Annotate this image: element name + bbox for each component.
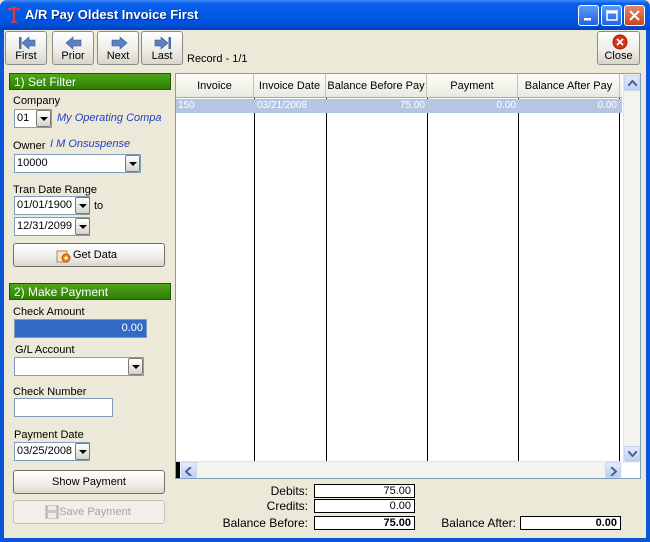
cell-balance-before: 75.00 [399,100,425,111]
column-header-balance-before-pay[interactable]: Balance Before Pay [326,74,427,98]
close-circle-icon [612,34,628,50]
chevron-left-icon [185,467,192,476]
check-amount-input[interactable]: 0.00 [14,319,147,338]
minimize-icon [584,18,591,21]
minimize-button[interactable] [578,5,599,26]
close-x-icon [629,10,640,21]
chevron-down-icon [79,450,87,454]
first-record-icon [19,36,36,50]
date-to-picker-button[interactable] [75,218,90,235]
check-number-label: Check Number [13,386,87,398]
table-row[interactable]: 150 03/21/2008 75.00 0.00 0.00 [176,99,622,113]
balance-before-label: Balance Before: [222,516,308,530]
scroll-left-button[interactable] [181,462,197,478]
scroll-up-button[interactable] [624,75,640,91]
first-button[interactable]: First [5,31,47,65]
window-close-button[interactable] [624,5,645,26]
balance-after-value: 0.00 [520,516,621,530]
get-data-icon [56,250,71,263]
save-disk-icon [45,505,59,519]
owner-select[interactable]: 10000 [14,154,141,173]
get-data-button[interactable]: Get Data [13,243,165,267]
maximize-icon [606,10,618,21]
scroll-down-button[interactable] [624,446,640,462]
gl-account-dropdown-button[interactable] [128,358,143,375]
maximize-button[interactable] [601,5,622,26]
gl-account-select[interactable] [14,357,144,376]
scroll-right-button[interactable] [605,462,621,478]
last-button[interactable]: Last [141,31,183,65]
column-header-invoice-date[interactable]: Invoice Date [254,74,326,98]
show-payment-button[interactable]: Show Payment [13,470,165,494]
column-header-payment[interactable]: Payment [427,74,518,98]
payment-date-label: Payment Date [14,429,84,441]
cell-balance-after: 0.00 [597,100,617,111]
column-header-invoice[interactable]: Invoice [176,74,254,98]
save-payment-button[interactable]: Save Payment [13,500,165,524]
check-number-input[interactable] [14,398,113,417]
arrow-right-icon [111,36,128,50]
chevron-down-icon [129,162,137,166]
company-label: Company [13,95,61,107]
cell-payment: 0.00 [496,100,516,111]
check-amount-label: Check Amount [13,306,85,318]
record-indicator: Record - 1/1 [187,53,248,65]
chevron-down-icon [132,365,140,369]
vertical-scrollbar[interactable] [623,74,640,463]
client-area: First Prior Next Last Record - 1/1 Close… [4,30,646,538]
to-label: to [94,200,104,212]
chevron-down-icon [628,451,637,457]
balance-before-value: 75.00 [314,516,415,530]
chevron-up-icon [628,80,637,86]
cell-invoice: 150 [178,100,195,111]
horizontal-scrollbar[interactable] [176,461,622,478]
credits-label: Credits: [266,499,308,513]
balance-after-label: Balance After: [441,516,516,530]
date-from-picker-button[interactable] [75,197,90,214]
grid-header: Invoice Invoice Date Balance Before Pay … [176,74,622,98]
cell-invoice-date: 03/21/2008 [257,100,308,111]
app-window: A/R Pay Oldest Invoice First First Prior… [0,0,650,542]
debits-label: Debits: [270,484,308,498]
gl-account-label: G/L Account [15,344,75,356]
title-bar[interactable]: A/R Pay Oldest Invoice First [0,0,650,30]
window-title: A/R Pay Oldest Invoice First [25,7,199,22]
arrow-left-icon [65,36,82,50]
company-dropdown-button[interactable] [36,110,51,127]
credits-value: 0.00 [314,499,415,513]
column-header-balance-after-pay[interactable]: Balance After Pay [518,74,620,98]
set-filter-header: 1) Set Filter [9,73,171,90]
company-name: My Operating Compa [57,112,162,124]
app-logo-icon [7,6,21,23]
payment-date-picker-button[interactable] [75,443,90,460]
last-record-icon [154,36,171,50]
make-payment-header: 2) Make Payment [9,283,171,300]
chevron-down-icon [40,117,48,121]
invoice-grid[interactable]: Invoice Invoice Date Balance Before Pay … [175,73,641,479]
prior-button[interactable]: Prior [52,31,94,65]
chevron-down-icon [79,204,87,208]
chevron-right-icon [610,467,618,476]
owner-name: I M Onsuspense [50,138,131,150]
close-button[interactable]: Close [597,31,640,65]
chevron-down-icon [79,225,87,229]
next-button[interactable]: Next [97,31,139,65]
owner-label: Owner [13,140,46,152]
tran-date-range-label: Tran Date Range [13,184,97,196]
debits-value: 75.00 [314,484,415,498]
owner-dropdown-button[interactable] [125,155,140,172]
